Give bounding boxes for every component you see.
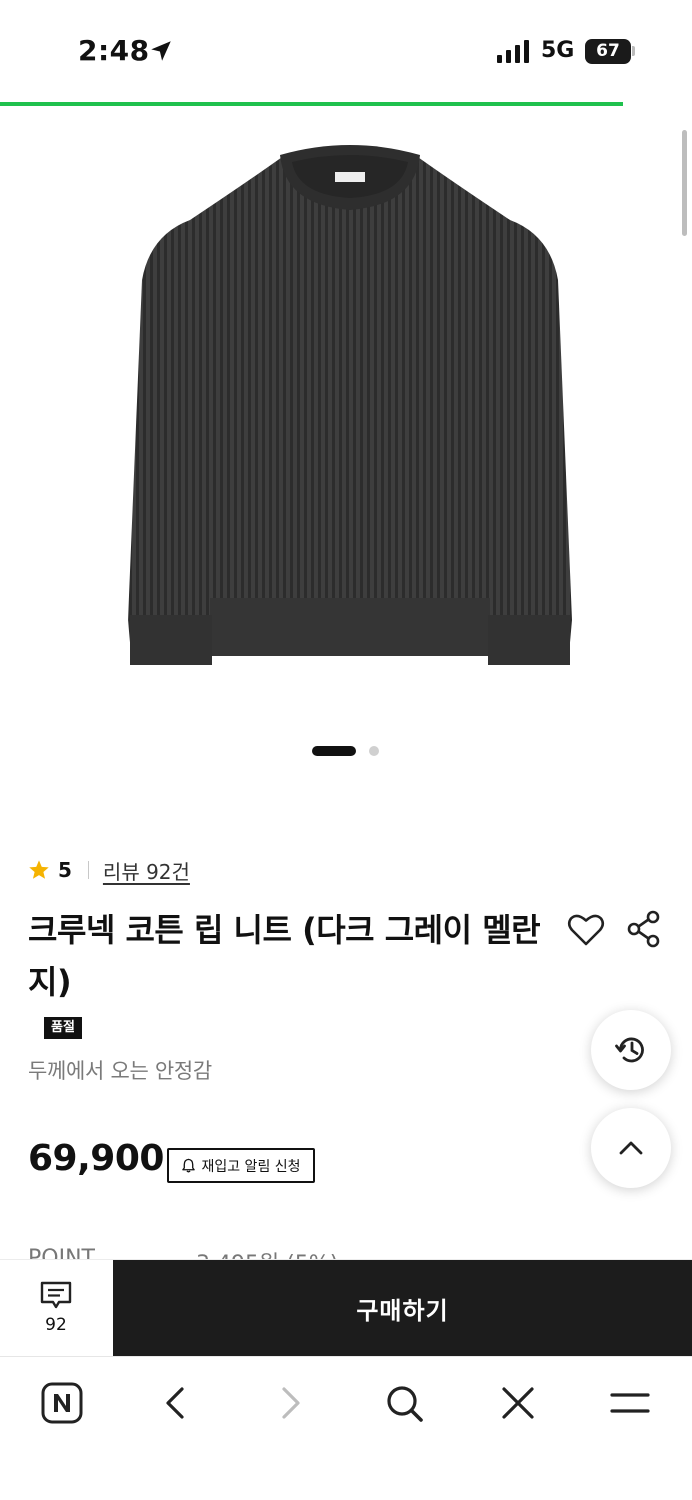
chat-bubble-icon <box>40 1281 72 1309</box>
review-count-link[interactable]: 리뷰 92건 <box>103 856 190 885</box>
heart-icon[interactable] <box>566 910 606 950</box>
signal-icon <box>497 40 529 63</box>
share-icon[interactable] <box>626 910 662 948</box>
rating-row: 5 리뷰 92건 <box>28 854 190 886</box>
product-subtitle: 두께에서 오는 안정감 <box>28 1059 212 1083</box>
status-bar: 2:48 5G 67 <box>0 0 692 100</box>
soldout-badge: 품절 <box>44 1017 82 1039</box>
close-icon <box>502 1387 534 1419</box>
star-icon <box>29 860 49 879</box>
restock-alert-label: 재입고 알림 신청 <box>201 1158 301 1175</box>
bell-icon <box>182 1158 196 1173</box>
menu-icon <box>610 1393 650 1413</box>
scroll-to-top-button[interactable] <box>591 1108 671 1188</box>
battery-level: 67 <box>596 41 620 61</box>
back-button[interactable] <box>152 1379 200 1427</box>
battery-tip <box>632 46 635 56</box>
status-time: 2:48 <box>78 34 150 67</box>
naver-home-icon <box>41 1382 83 1424</box>
close-button[interactable] <box>494 1379 542 1427</box>
recent-history-button[interactable] <box>591 1010 671 1090</box>
carousel-dot[interactable] <box>369 746 379 756</box>
rating-value: 5 <box>58 858 72 882</box>
review-count: 92 <box>45 1315 67 1335</box>
page-load-progress <box>0 102 623 106</box>
menu-button[interactable] <box>606 1379 654 1427</box>
review-button[interactable]: 92 <box>0 1260 112 1356</box>
forward-icon <box>282 1387 300 1419</box>
restock-alert-button[interactable]: 재입고 알림 신청 <box>167 1148 315 1183</box>
carousel-indicator <box>0 744 692 758</box>
naver-home-button[interactable] <box>38 1379 86 1427</box>
battery-icon: 67 <box>585 39 631 64</box>
network-label: 5G <box>541 38 575 63</box>
forward-button[interactable] <box>266 1379 314 1427</box>
divider <box>87 861 89 879</box>
back-icon <box>166 1387 184 1419</box>
chevron-up-icon <box>619 1141 643 1155</box>
browser-toolbar <box>0 1356 692 1500</box>
location-arrow-icon <box>151 41 171 61</box>
product-title: 크루넥 코튼 립 니트 (다크 그레이 멜란지) <box>28 911 541 1001</box>
product-image[interactable] <box>80 120 620 700</box>
search-icon <box>387 1386 423 1422</box>
carousel-dot-active[interactable] <box>312 746 356 756</box>
search-button[interactable] <box>380 1379 428 1427</box>
scrollbar-thumb[interactable] <box>682 130 687 236</box>
history-icon <box>615 1037 644 1063</box>
buy-button[interactable]: 구매하기 <box>113 1260 692 1356</box>
purchase-bar: 92 구매하기 <box>0 1260 692 1356</box>
product-price: 69,900 <box>28 1138 164 1179</box>
